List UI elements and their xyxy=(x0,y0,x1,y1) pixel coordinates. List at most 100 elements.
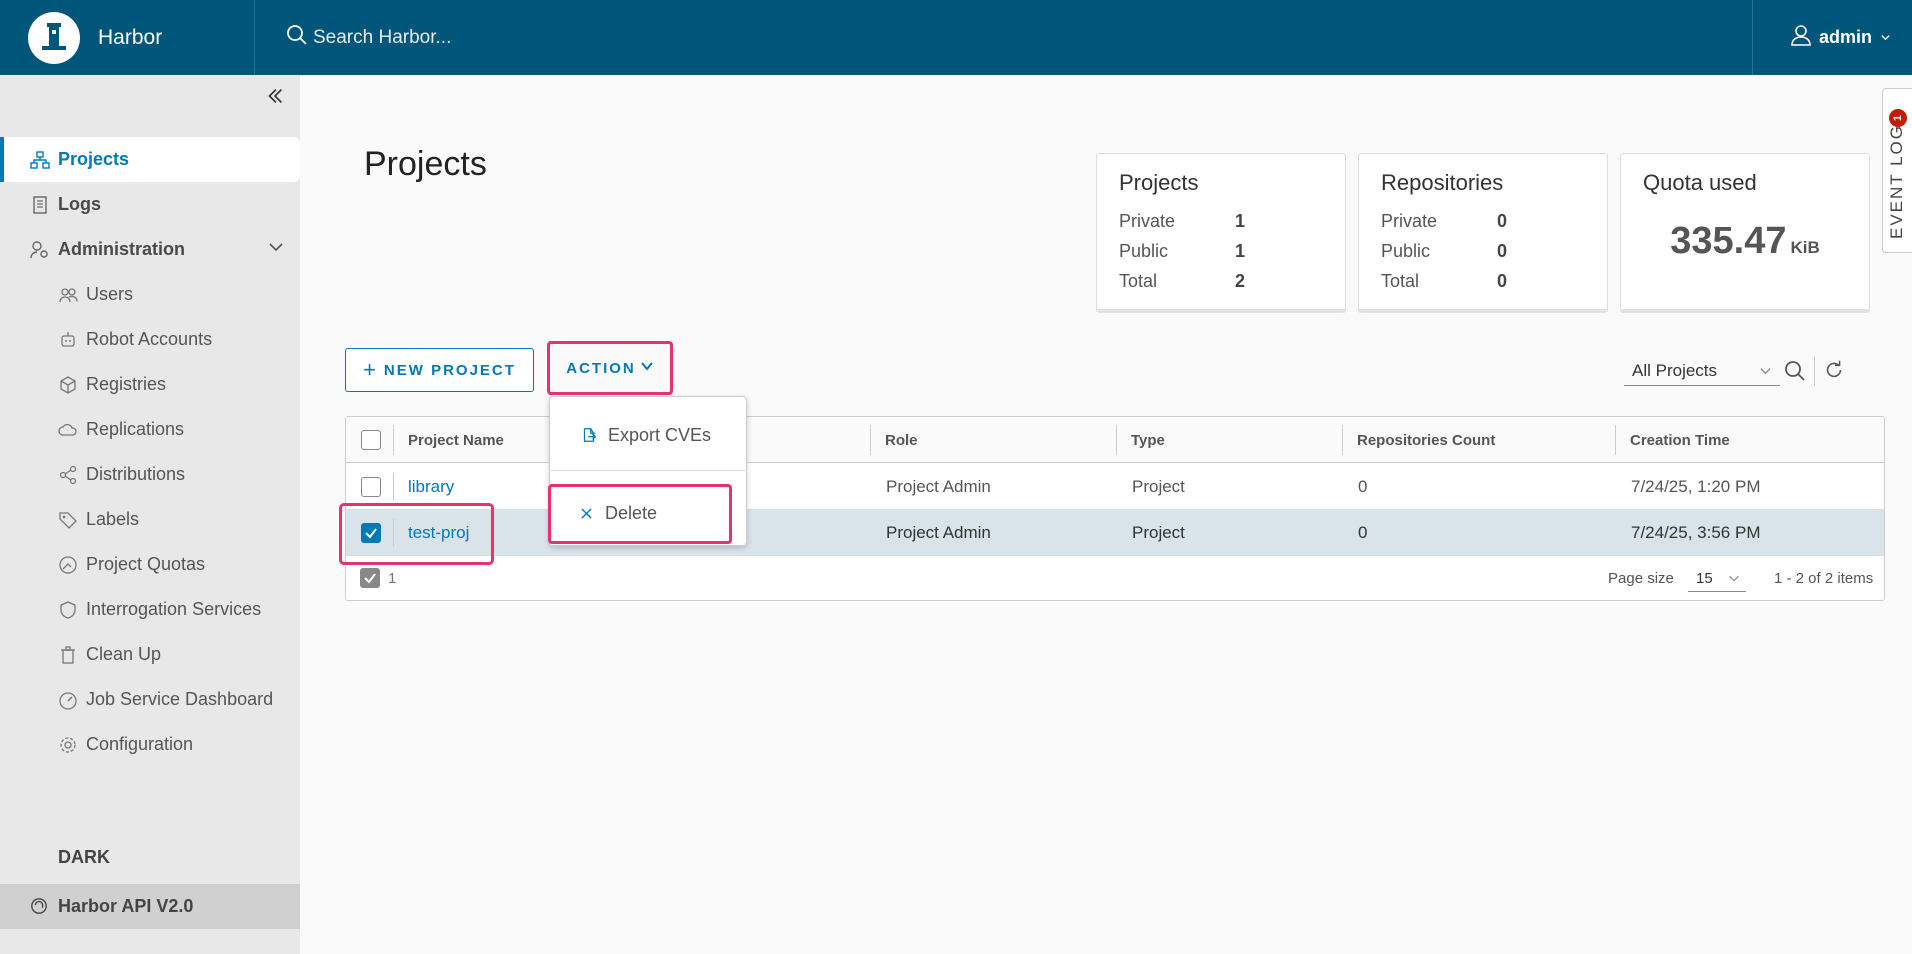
brand[interactable]: Harbor xyxy=(0,0,255,75)
column-header-repositories-count[interactable]: Repositories Count xyxy=(1342,425,1495,455)
quota-unit: KiB xyxy=(1790,238,1820,257)
row-checkbox[interactable] xyxy=(361,477,381,497)
private-label: Private xyxy=(1119,210,1176,231)
event-log-label: EVENT LOG xyxy=(1887,124,1906,239)
page-title: Projects xyxy=(364,145,487,183)
dark-mode-toggle[interactable]: DARK xyxy=(0,835,300,879)
chevron-down-icon xyxy=(268,239,284,260)
brand-name: Harbor xyxy=(98,25,163,49)
menu-item-export-cves[interactable]: Export CVEs xyxy=(550,415,746,455)
test-proj-highlight xyxy=(339,503,494,565)
column-header-project-name[interactable]: Project Name xyxy=(393,425,504,455)
project-type: Project xyxy=(1132,477,1185,496)
column-header-creation-time[interactable]: Creation Time xyxy=(1615,425,1730,455)
trash-icon xyxy=(58,645,78,665)
sidebar-item-replications[interactable]: Replications xyxy=(0,407,300,452)
delete-highlight xyxy=(548,484,732,544)
sidebar-item-configuration[interactable]: Configuration xyxy=(0,722,300,767)
project-repos-count: 0 xyxy=(1358,523,1368,542)
gear-icon xyxy=(58,735,78,755)
total-count: 0 xyxy=(1497,270,1508,291)
private-count: 0 xyxy=(1497,210,1508,231)
registries-icon xyxy=(58,375,78,395)
card-title: Quota used xyxy=(1643,170,1757,195)
chevron-down-icon xyxy=(1759,362,1772,382)
sidebar-item-distributions[interactable]: Distributions xyxy=(0,452,300,497)
sidebar-item-interrogation-services[interactable]: Interrogation Services xyxy=(0,587,300,632)
menu-item-label: Export CVEs xyxy=(608,424,712,445)
project-role: Project Admin xyxy=(886,523,991,542)
total-label: Total xyxy=(1119,270,1158,291)
sidebar-item-label: Robot Accounts xyxy=(86,329,213,349)
quotas-icon xyxy=(58,555,78,575)
selected-count: 1 xyxy=(360,568,396,588)
sidebar-item-label: Logs xyxy=(58,194,101,214)
project-creation-time: 7/24/25, 3:56 PM xyxy=(1631,523,1761,542)
public-label: Public xyxy=(1119,240,1169,261)
users-icon xyxy=(58,285,78,305)
sidebar-item-label: Job Service Dashboard xyxy=(86,689,274,709)
refresh-icon[interactable] xyxy=(1822,358,1848,384)
administration-icon xyxy=(30,240,50,260)
sidebar-item-projects[interactable]: Projects xyxy=(0,137,300,182)
column-header-type[interactable]: Type xyxy=(1116,425,1165,455)
user-menu[interactable]: admin xyxy=(1752,0,1912,75)
cell-divider xyxy=(393,473,394,501)
projects-icon xyxy=(30,150,50,170)
chevron-down-icon xyxy=(640,359,654,377)
harbor-logo-icon xyxy=(28,11,80,64)
sidebar-item-registries[interactable]: Registries xyxy=(0,362,300,407)
selected-checkbox-indicator xyxy=(360,568,380,588)
harbor-api-link[interactable]: Harbor API V2.0 xyxy=(0,884,300,929)
menu-divider xyxy=(550,470,746,471)
public-label: Public xyxy=(1381,240,1431,261)
distributions-icon xyxy=(58,465,78,485)
project-filter-select[interactable]: All Projects xyxy=(1624,356,1780,386)
projects-summary-card: Projects Private 1 Public 1 Total 2 xyxy=(1096,153,1346,313)
sidebar-item-label: Clean Up xyxy=(86,644,162,664)
collapse-sidebar-icon[interactable] xyxy=(264,85,288,109)
filter-value: All Projects xyxy=(1632,360,1718,380)
total-count: 2 xyxy=(1235,270,1246,291)
sidebar-item-project-quotas[interactable]: Project Quotas xyxy=(0,542,300,587)
event-log-tab[interactable]: 1 EVENT LOG xyxy=(1882,88,1912,253)
search-input[interactable] xyxy=(313,26,713,49)
repositories-summary-card: Repositories Private 0 Public 0 Total 0 xyxy=(1358,153,1608,313)
global-search[interactable] xyxy=(285,0,713,75)
project-role: Project Admin xyxy=(886,477,991,496)
page-size-select[interactable]: 15 xyxy=(1688,566,1746,592)
sidebar-item-logs[interactable]: Logs xyxy=(0,182,300,227)
select-all-checkbox[interactable] xyxy=(361,430,381,450)
table-search-icon[interactable] xyxy=(1782,358,1808,384)
sidebar-item-label: Distributions xyxy=(86,464,186,484)
harbor-api-label: Harbor API V2.0 xyxy=(58,896,194,916)
sidebar-item-job-service-dashboard[interactable]: Job Service Dashboard xyxy=(0,677,300,722)
column-header-role[interactable]: Role xyxy=(870,425,918,455)
select-all-checkbox-cell[interactable] xyxy=(361,417,381,463)
sidebar-item-label: Registries xyxy=(86,374,167,394)
table-footer: 1 Page size 15 1 - 2 of 2 items xyxy=(346,556,1884,600)
labels-icon xyxy=(58,510,78,530)
sidebar-item-users[interactable]: Users xyxy=(0,272,300,317)
quota-summary-card: Quota used 335.47 KiB xyxy=(1620,153,1870,313)
quota-value: 335.47 xyxy=(1670,220,1787,262)
sidebar-item-robot-accounts[interactable]: Robot Accounts xyxy=(0,317,300,362)
shield-icon xyxy=(58,600,78,620)
user-name: admin xyxy=(1819,27,1873,47)
toolbar-divider xyxy=(1814,356,1815,386)
page-size-label: Page size xyxy=(1608,570,1674,587)
user-icon xyxy=(1789,23,1813,52)
sidebar-item-administration[interactable]: Administration xyxy=(0,227,300,272)
pagination-info: 1 - 2 of 2 items xyxy=(1774,570,1874,587)
sidebar-item-labels[interactable]: Labels xyxy=(0,497,300,542)
new-project-button[interactable]: + NEW PROJECT xyxy=(345,348,534,392)
sidebar-item-label: Interrogation Services xyxy=(86,599,262,619)
project-repos-count: 0 xyxy=(1358,477,1368,496)
action-button[interactable]: ACTION xyxy=(547,341,673,395)
sidebar-item-clean-up[interactable]: Clean Up xyxy=(0,632,300,677)
api-icon xyxy=(30,897,50,917)
replications-icon xyxy=(58,420,78,440)
action-label: ACTION xyxy=(566,359,636,377)
page-size-value: 15 xyxy=(1696,570,1713,587)
card-title: Projects xyxy=(1119,170,1199,195)
